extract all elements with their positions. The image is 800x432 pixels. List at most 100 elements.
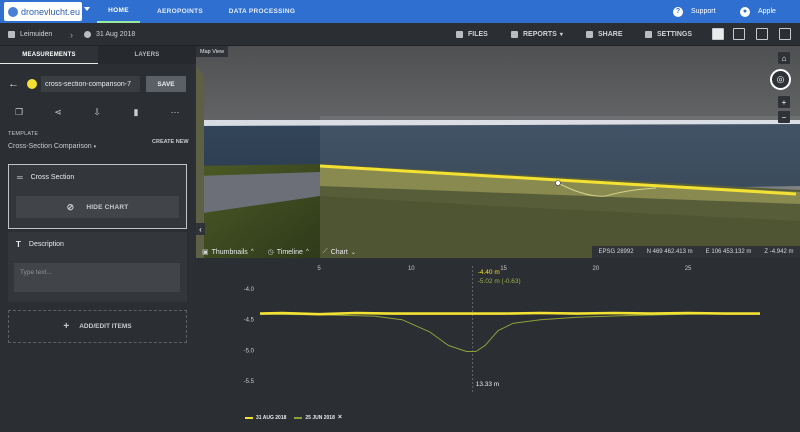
chevron-down-icon: ▾ <box>559 32 563 38</box>
legend-item-series-1[interactable]: 31 AUG 2018 <box>245 415 286 421</box>
z-value: -4.942 m <box>769 249 794 255</box>
chevron-down-icon[interactable] <box>84 7 90 11</box>
map-view[interactable]: Map View ⌂ ◎ + − ‹ EPSG 28992 N 469 462.… <box>196 46 800 258</box>
layout-split-icon[interactable] <box>733 28 745 40</box>
z-readout: Z -4.942 m <box>764 249 793 255</box>
chart-label: Chart <box>330 248 348 256</box>
legend-swatch-series-1 <box>245 416 253 419</box>
help-icon: ? <box>673 6 683 17</box>
tab-thumbnails[interactable]: ▣ Thumbnails ^ <box>202 248 254 257</box>
files-button[interactable]: FILES <box>456 23 488 46</box>
plus-icon: + <box>63 321 70 332</box>
y-tick-label: -5.0 <box>244 348 255 354</box>
tab-chart[interactable]: ⟋ Chart ⌄ <box>323 248 356 256</box>
breadcrumb-site: Leimuiden <box>20 31 53 38</box>
add-items-label: ADD/EDIT ITEMS <box>79 323 132 330</box>
chevron-up-icon: ^ <box>250 249 254 255</box>
files-icon <box>456 31 463 38</box>
epsg-label: EPSG <box>598 249 616 255</box>
app-logo[interactable]: dronevlucht.eu <box>4 2 82 21</box>
series-line-2 <box>259 313 761 352</box>
user-menu[interactable]: ● Apple <box>740 0 776 23</box>
more-icon[interactable]: ⋯ <box>169 106 181 118</box>
measurement-name-input[interactable] <box>41 76 140 92</box>
coordinate-readout: EPSG 28992 N 469 462.413 m E 106 453.132… <box>592 246 800 258</box>
support-label: Support <box>691 8 716 15</box>
create-new-button[interactable]: CREATE NEW <box>152 139 189 145</box>
close-icon[interactable]: × <box>338 414 342 421</box>
copy-icon[interactable]: ❐ <box>13 106 25 118</box>
hide-chart-button[interactable]: ⊘ HIDE CHART <box>16 196 179 218</box>
nav-tab-data-processing[interactable]: DATA PROCESSING <box>224 0 300 23</box>
home-icon[interactable]: ⌂ <box>778 52 790 64</box>
chevron-down-icon: ▾ <box>93 144 97 150</box>
n-label: N <box>646 249 651 255</box>
download-icon[interactable]: ⇩ <box>91 106 103 118</box>
clock-icon: ◷ <box>267 249 274 256</box>
epsg-readout: EPSG 28992 <box>599 249 634 255</box>
map-view-label: Map View <box>196 46 229 57</box>
date-breadcrumb[interactable]: 31 Aug 2018 <box>84 23 135 46</box>
cross-section-chart-panel: 5 10 15 20 25 -4.0 -4.5 -5.0 -5.5 -4.40 m -5.02 m … <box>196 258 800 427</box>
top-nav-bar: dronevlucht.eu HOME AEROPOINTS DATA PROC… <box>0 0 800 23</box>
share-icon[interactable]: ⋖ <box>52 106 64 118</box>
settings-button[interactable]: SETTINGS <box>645 23 692 46</box>
layout-triple-icon[interactable] <box>756 28 768 40</box>
cross-section-card[interactable]: ═ Cross Section ⊘ HIDE CHART <box>8 164 187 229</box>
template-value: Cross-Section Comparison <box>8 143 92 150</box>
save-button[interactable]: SAVE <box>146 76 186 92</box>
n-readout: N 469 462.413 m <box>647 249 693 255</box>
reports-button[interactable]: REPORTS ▾ <box>511 23 563 46</box>
breadcrumb-date: 31 Aug 2018 <box>96 31 136 38</box>
navigation-compass-icon[interactable]: ◎ <box>770 69 791 90</box>
zoom-out-icon[interactable]: − <box>778 111 790 123</box>
thumbnails-label: Thumbnails <box>211 248 248 256</box>
measurement-color-swatch[interactable] <box>27 79 37 89</box>
share-button[interactable]: SHARE <box>586 23 623 46</box>
tab-layers[interactable]: LAYERS <box>98 46 196 64</box>
y-tick-label: -5.5 <box>244 379 255 385</box>
chevron-left-icon[interactable]: ‹ <box>196 223 205 235</box>
cursor-value-series-1: -4.40 m <box>478 269 500 276</box>
add-edit-items-button[interactable]: + ADD/EDIT ITEMS <box>8 310 187 343</box>
tab-timeline[interactable]: ◷ Timeline ^ <box>267 248 309 257</box>
logo-text: dronevlucht.eu <box>21 6 81 17</box>
back-arrow-icon[interactable]: ← <box>8 78 19 90</box>
user-icon: ● <box>740 6 750 17</box>
terrain-3d-render <box>196 46 800 258</box>
support-link[interactable]: ? Support <box>673 0 716 23</box>
tab-measurements[interactable]: MEASUREMENTS <box>0 46 98 64</box>
user-name: Apple <box>758 8 776 15</box>
cross-section-icon: ═ <box>17 173 23 182</box>
epsg-value: 28992 <box>616 249 634 255</box>
layout-sidebar-icon[interactable] <box>712 28 724 40</box>
cross-section-chart[interactable]: 5 10 15 20 25 -4.0 -4.5 -5.0 -5.5 -4.40 m -5.02 m … <box>196 258 800 427</box>
hide-chart-label: HIDE CHART <box>86 203 129 211</box>
settings-label: SETTINGS <box>657 31 693 38</box>
y-tick-label: -4.0 <box>244 287 255 293</box>
files-label: FILES <box>468 31 488 38</box>
e-readout: E 106 453.132 m <box>706 249 752 255</box>
e-label: E <box>705 249 710 255</box>
description-input[interactable]: Type text... <box>14 263 180 292</box>
legend-item-series-2[interactable]: 25 JUN 2018 × <box>294 414 342 421</box>
chart-icon: ⟋ <box>322 248 328 255</box>
legend-label-series-2: 25 JUN 2018 <box>305 414 335 421</box>
nav-tab-home[interactable]: HOME <box>97 0 140 23</box>
bottom-panel-tabs: ▣ Thumbnails ^ ◷ Timeline ^ ⟋ Chart ⌄ <box>196 246 556 258</box>
trash-icon[interactable]: ▮ <box>130 106 142 118</box>
text-format-icon: T <box>16 240 21 249</box>
zoom-in-icon[interactable]: + <box>778 96 790 108</box>
project-toolbar: Leimuiden › 31 Aug 2018 FILES REPORTS ▾ S… <box>0 23 800 46</box>
dataset-icon <box>84 31 91 38</box>
e-value: 106 453.132 m <box>711 249 752 255</box>
x-tick-label: 20 <box>592 266 599 272</box>
site-breadcrumb[interactable]: Leimuiden <box>8 23 52 46</box>
template-select[interactable]: Cross-Section Comparison ▾ <box>8 143 96 150</box>
chart-legend: 31 AUG 2018 25 JUN 2018 × <box>245 414 350 421</box>
image-icon: ▣ <box>202 249 209 256</box>
nav-tab-aeropoints[interactable]: AEROPOINTS <box>144 0 216 23</box>
reports-label: REPORTS <box>523 31 557 38</box>
y-tick-label: -4.5 <box>244 318 255 324</box>
layout-full-icon[interactable] <box>779 28 791 40</box>
